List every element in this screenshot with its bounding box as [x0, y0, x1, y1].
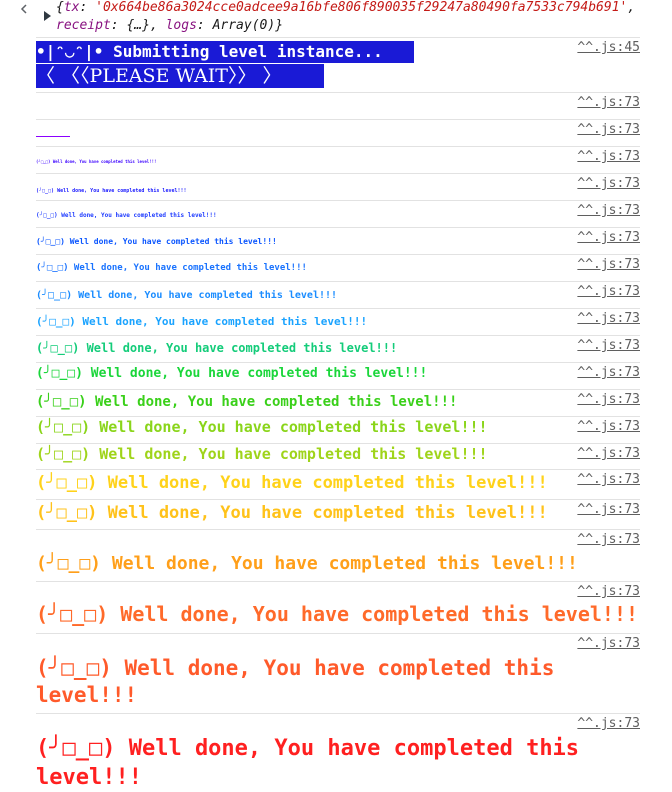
source-link[interactable]: ^^.js:73 — [577, 502, 640, 518]
log-row: (╯□_□) Well done, You have completed thi… — [36, 335, 640, 363]
tx-key: tx — [63, 0, 80, 15]
console-panel: {tx: '0x664be86a3024cce0adcee9a16bfe806f… — [0, 0, 672, 790]
receipt-value: {…} — [126, 18, 150, 33]
log-row: (╯□_□) Well done, You have completed thi… — [36, 227, 640, 255]
logs-key: logs — [165, 18, 197, 33]
log-row: (╯□_□) Well done, You have completed thi… — [36, 281, 640, 309]
obj-close: } — [275, 18, 284, 33]
well-done-message: (╯□_□) Well done, You have completed thi… — [36, 366, 428, 381]
source-link[interactable]: ^^.js:73 — [577, 338, 640, 354]
log-row: (╯□_□) Well done, You have completed thi… — [36, 581, 640, 634]
source-link[interactable]: ^^.js:73 — [577, 122, 640, 138]
well-done-message: (╯□_□) Well done, You have completed thi… — [36, 656, 555, 707]
log-row: (╯□_□) Well done, You have completed thi… — [36, 362, 640, 390]
source-link[interactable]: ^^.js:73 — [577, 311, 640, 327]
log-row: (╯□_□) Well done, You have completed thi… — [36, 529, 640, 582]
source-link[interactable]: ^^.js:73 — [577, 203, 640, 219]
log-row: (╯□_□) Well done, You have completed thi… — [36, 146, 640, 174]
log-row: (╯□_□) Well done, You have completed thi… — [36, 389, 640, 417]
submitting-banner: •|ᵔ◡ᵔ|• Submitting level instance... — [36, 41, 414, 63]
object-preview[interactable]: {tx: '0x664be86a3024cce0adcee9a16bfe806f… — [56, 0, 646, 35]
well-done-message: (╯□_□) Well done, You have completed thi… — [36, 188, 187, 194]
source-link[interactable]: ^^.js:73 — [577, 472, 640, 488]
source-link[interactable]: ^^.js:73 — [577, 176, 640, 192]
source-link[interactable]: ^^.js:73 — [577, 636, 640, 652]
log-row: (╯□_□) Well done, You have completed thi… — [36, 633, 640, 714]
log-row: ^^.js:73 — [36, 119, 640, 147]
source-link[interactable]: ^^.js:73 — [577, 584, 640, 600]
well-done-message: (╯□_□) Well done, You have completed thi… — [36, 736, 580, 790]
log-row: (╯□_□) Well done, You have completed thi… — [36, 173, 640, 201]
source-link[interactable]: ^^.js:73 — [577, 257, 640, 273]
source-link[interactable]: ^^.js:73 — [577, 532, 640, 548]
source-link[interactable]: ^^.js:73 — [577, 419, 640, 435]
well-done-message: (╯□_□) Well done, You have completed thi… — [36, 341, 398, 355]
well-done-message: (╯□_□) Well done, You have completed thi… — [36, 394, 458, 410]
log-row: (╯□_□) Well done, You have completed thi… — [36, 499, 640, 530]
well-done-message: (╯□_□) Well done, You have completed thi… — [36, 315, 368, 328]
source-link[interactable]: ^^.js:45 — [577, 40, 640, 56]
receipt-key: receipt — [56, 18, 111, 33]
source-link[interactable]: ^^.js:73 — [577, 284, 640, 300]
well-done-message: (╯□_□) Well done, You have completed thi… — [36, 602, 639, 626]
well-done-message: (╯□_□) Well done, You have completed thi… — [36, 263, 307, 273]
well-done-message: (╯□_□) Well done, You have completed thi… — [36, 237, 277, 246]
source-link[interactable]: ^^.js:73 — [577, 365, 640, 381]
source-link[interactable]: ^^.js:73 — [577, 230, 640, 246]
well-done-message: (╯□_□) Well done, You have completed thi… — [36, 445, 488, 463]
source-link[interactable]: ^^.js:73 — [577, 716, 640, 732]
source-link[interactable]: ^^.js:73 — [577, 95, 640, 111]
well-done-message: (╯□_□) Well done, You have completed thi… — [36, 212, 217, 219]
log-row: (╯□_□) Well done, You have completed thi… — [36, 713, 640, 790]
log-row: (╯□_□) Well done, You have completed thi… — [36, 254, 640, 282]
well-done-message: (╯□_□) Well done, You have completed thi… — [36, 159, 157, 164]
logs-value: Array(0) — [212, 18, 276, 33]
log-row: (╯□_□) Well done, You have completed thi… — [36, 200, 640, 228]
well-done-message: (╯□_□) Well done, You have completed thi… — [36, 418, 488, 436]
obj-open: { — [56, 0, 64, 15]
collapse-caret-icon[interactable] — [20, 4, 30, 14]
please-wait-banner: 〈 〈〈PLEASE WAIT〉〉 〉 — [36, 64, 324, 88]
source-link[interactable]: ^^.js:73 — [577, 392, 640, 408]
log-row: (╯□_□) Well done, You have completed thi… — [36, 443, 640, 470]
tx-value: '0x664be86a3024cce0adcee9a16bfe806f89003… — [95, 0, 628, 15]
log-row: (╯□_□) Well done, You have completed thi… — [36, 416, 640, 444]
log-row: ^^.js:73 — [36, 92, 640, 120]
source-link[interactable]: ^^.js:73 — [577, 149, 640, 165]
well-done-message: (╯□_□) Well done, You have completed thi… — [36, 290, 338, 301]
log-row-submitting: •|ᵔ◡ᵔ|• Submitting level instance... 〈 〈… — [36, 37, 640, 92]
well-done-message: (╯□_□) Well done, You have completed thi… — [36, 473, 548, 493]
log-row: (╯□_□) Well done, You have completed thi… — [36, 308, 640, 336]
source-link[interactable]: ^^.js:73 — [577, 446, 640, 462]
well-done-message: (╯□_□) Well done, You have completed thi… — [36, 553, 578, 574]
tiny-message-line — [36, 136, 70, 137]
log-row: (╯□_□) Well done, You have completed thi… — [36, 469, 640, 500]
well-done-message: (╯□_□) Well done, You have completed thi… — [36, 503, 548, 523]
expand-triangle-icon[interactable] — [44, 11, 51, 21]
object-log-row: {tx: '0x664be86a3024cce0adcee9a16bfe806f… — [0, 0, 672, 37]
